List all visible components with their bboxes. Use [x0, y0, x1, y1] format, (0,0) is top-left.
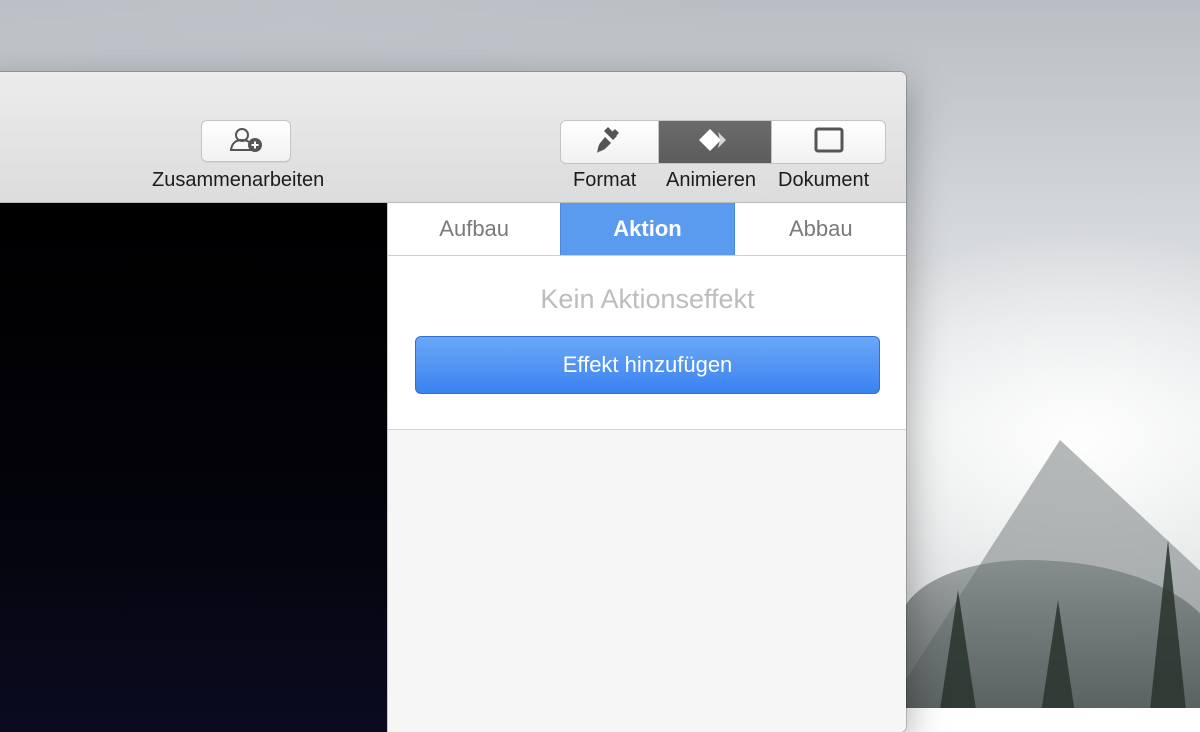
add-effect-button[interactable]: Effekt hinzufügen [415, 336, 880, 394]
animate-segment[interactable] [658, 121, 771, 163]
animate-label: Animieren [666, 169, 757, 191]
tab-build-out[interactable]: Abbau [735, 203, 906, 255]
toolbar: Zusammenarbeiten Format Animieren Dokume… [0, 72, 906, 203]
animate-inspector: Aufbau Aktion Abbau Kein Aktionseffekt E… [387, 203, 906, 732]
format-label: Format [573, 169, 637, 191]
add-person-icon [226, 124, 266, 159]
collaborate-label: Zusammenarbeiten [152, 169, 325, 191]
keynote-window: Zusammenarbeiten Format Animieren Dokume… [0, 72, 906, 732]
paintbrush-icon [595, 125, 625, 160]
document-icon [814, 127, 844, 158]
document-label: Dokument [778, 169, 870, 191]
background-tree [940, 590, 976, 708]
empty-effect-message: Kein Aktionseffekt [540, 284, 755, 314]
document-segment[interactable] [771, 121, 885, 163]
action-panel: Kein Aktionseffekt Effekt hinzufügen [388, 256, 906, 430]
background-tree [1150, 540, 1186, 708]
slide-canvas[interactable] [0, 203, 387, 732]
tab-action[interactable]: Aktion [560, 203, 735, 255]
format-segment[interactable] [561, 121, 658, 163]
animation-tabs: Aufbau Aktion Abbau [388, 203, 906, 256]
background-tree [1040, 600, 1076, 708]
inspector-segmented-control [560, 120, 886, 164]
tab-build-in[interactable]: Aufbau [388, 203, 560, 255]
collaborate-button[interactable] [201, 120, 291, 162]
animate-diamonds-icon [696, 126, 734, 159]
